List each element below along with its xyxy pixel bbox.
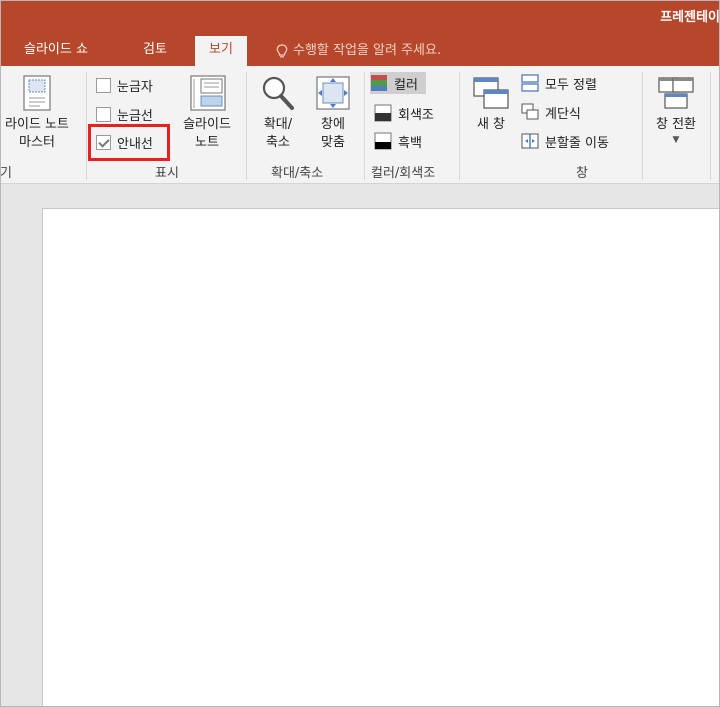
zoom-button[interactable]: 확대/ 축소 [252,74,304,152]
color-swatch-icon [371,75,387,91]
arrange-all-label: 모두 정렬 [545,77,597,93]
tab-review[interactable]: 검토 [143,36,167,66]
group-separator [364,72,365,180]
tab-view[interactable]: 보기 [195,36,247,66]
fit-window-icon [316,76,350,110]
fit-window-label-1: 창에 [321,117,345,132]
slide-canvas[interactable] [42,208,720,707]
notes-master-label-2: 마스터 [19,135,55,150]
guides-highlight-box [88,124,170,161]
group-separator [710,72,711,180]
new-window-icon [473,77,509,109]
new-window-button[interactable]: 새 창 [466,74,516,134]
group-separator [459,72,460,180]
title-bar: 프레젠테이 [0,0,720,36]
master-group-label: 기 [0,166,12,181]
black-white-button[interactable]: 흑백 [374,130,422,152]
grayscale-swatch-icon [374,104,392,122]
slide-notes-label-2: 노트 [195,135,219,150]
move-split-label: 분할줄 이동 [545,135,609,151]
move-split-icon [521,133,539,149]
show-group-label: 표시 [155,166,179,181]
arrange-all-icon [521,74,539,92]
color-button[interactable]: 컬러 [370,72,426,94]
color-label: 컬러 [394,77,418,93]
gridlines-checkbox[interactable]: 눈금선 [96,104,153,124]
switch-windows-icon [658,77,694,109]
notes-master-icon [23,75,51,111]
arrange-all-button[interactable]: 모두 정렬 [521,72,597,94]
lightbulb-icon [276,43,288,57]
new-window-label: 새 창 [476,117,506,132]
ruler-label: 눈금자 [117,79,153,95]
tab-slideshow[interactable]: 슬라이드 쇼 [24,36,88,66]
app-title: 프레젠테이 [660,10,720,25]
switch-windows-button[interactable]: 창 전환 ▼ [646,74,706,146]
ribbon-tab-bar: 슬라이드 쇼 검토 보기 수행할 작업을 알려 주세요. [0,36,720,66]
tell-me-text: 수행할 작업을 알려 주세요. [293,43,442,58]
notes-master-label-1: 라이드 노트 [5,117,69,132]
zoom-group-label: 확대/축소 [271,166,324,181]
switch-windows-label: 창 전환 [655,117,696,132]
tell-me-box[interactable]: 수행할 작업을 알려 주세요. [276,36,441,66]
zoom-label-2: 축소 [266,135,290,150]
fit-to-window-button[interactable]: 창에 맞춤 [307,74,359,152]
gridlines-label: 눈금선 [117,108,153,124]
group-separator [246,72,247,180]
cascade-label: 계단식 [545,106,581,122]
ruler-check [96,77,111,93]
chevron-down-icon: ▼ [672,135,680,145]
window-group-label: 창 [576,166,588,181]
magnifier-icon [262,76,294,110]
zoom-label-1: 확대/ [263,117,293,132]
cascade-button[interactable]: 계단식 [521,101,581,123]
grayscale-label: 회색조 [398,107,434,123]
group-separator [642,72,643,180]
cascade-icon [521,103,539,120]
group-separator [86,72,87,180]
notes-master-button[interactable]: 라이드 노트 마스터 [0,74,80,152]
slide-notes-button[interactable]: 슬라이드 노트 [172,74,242,152]
gridlines-check [96,106,111,122]
fit-window-label-2: 맞춤 [321,135,345,150]
notes-page-icon [190,75,226,111]
editing-area [0,184,720,707]
slide-notes-label-1: 슬라이드 [183,117,231,132]
color-group-label: 컬러/회색조 [371,166,436,181]
grayscale-button[interactable]: 회색조 [374,102,434,124]
black-white-swatch-icon [374,132,392,150]
move-split-button[interactable]: 분할줄 이동 [521,130,609,152]
black-white-label: 흑백 [398,135,422,151]
ruler-checkbox[interactable]: 눈금자 [96,75,153,95]
